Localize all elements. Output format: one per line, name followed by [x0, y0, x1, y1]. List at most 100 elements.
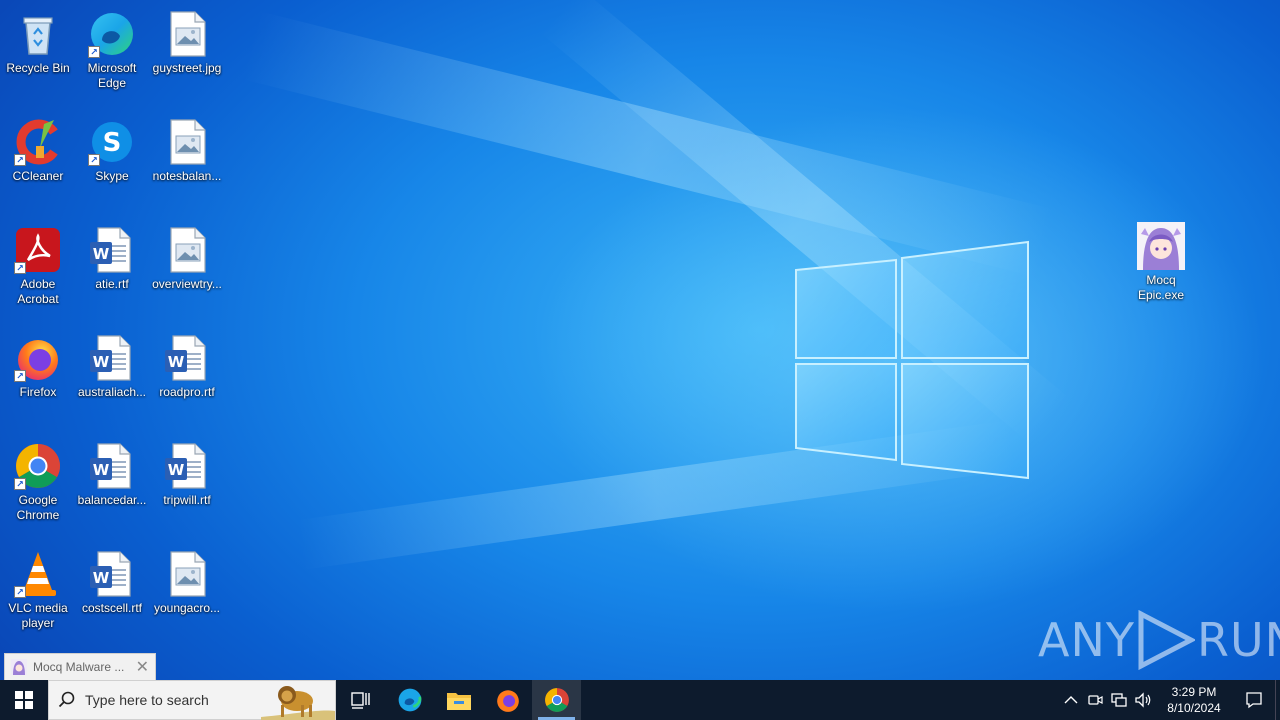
taskbar-preview-popup[interactable]: Mocq Malware ... ✕ [4, 653, 156, 681]
shortcut-arrow-icon: ↗ [14, 478, 26, 490]
windows-start-icon [15, 691, 33, 709]
meet-now-icon[interactable] [1083, 692, 1107, 708]
desktop-icon-google-chrome[interactable]: ↗ Google Chrome [0, 436, 76, 540]
desktop-icon-ccleaner[interactable]: ↗ CCleaner [0, 112, 76, 216]
close-icon[interactable]: ✕ [136, 657, 149, 677]
desktop-icon-label: VLC media player [8, 601, 68, 630]
taskbar-clock[interactable]: 3:29 PM 8/10/2024 [1159, 684, 1229, 716]
desktop-icon-vlc[interactable]: ↗ VLC media player [0, 544, 76, 648]
watermark-text-right: RUN [1196, 613, 1280, 667]
word-doc-icon: W [90, 335, 131, 381]
desktop-icon-label: tripwill.rtf [163, 493, 211, 507]
desktop-icon-adobe-acrobat[interactable]: ↗ Adobe Acrobat [0, 220, 76, 324]
taskbar: Type here to search 3:29 PM 8/10/2024 [0, 680, 1280, 720]
search-highlight-art [261, 686, 335, 720]
desktop-icon-label: notesbalan... [152, 169, 222, 183]
clock-time: 3:29 PM [1171, 685, 1217, 699]
desktop-icon-label: Microsoft Edge [87, 61, 137, 90]
clock-date: 8/10/2024 [1167, 701, 1221, 715]
desktop-icon-label: guystreet.jpg [152, 61, 222, 75]
app-thumbnail-icon [11, 659, 27, 675]
desktop-icon-balancedar[interactable]: W balancedar... [74, 436, 150, 540]
shortcut-arrow-icon: ↗ [88, 154, 100, 166]
word-doc-icon: W [90, 551, 131, 597]
taskbar-edge-button[interactable] [385, 680, 434, 720]
desktop-icon-mocq-epic-exe[interactable]: Mocq Epic.exe [1123, 216, 1199, 320]
desktop-icon-label: Google Chrome [16, 493, 60, 522]
image-file-icon [170, 11, 206, 57]
anyrun-watermark: ANY RUN [1038, 608, 1280, 672]
edge-icon [398, 688, 421, 712]
desktop-icon-label: Recycle Bin [6, 61, 70, 75]
task-view-icon [350, 692, 370, 709]
desktop-icon-label: Mocq Epic.exe [1137, 273, 1185, 302]
desktop-icon-microsoft-edge[interactable]: ↗ Microsoft Edge [74, 4, 150, 108]
desktop-icon-notesbalan[interactable]: notesbalan... [149, 112, 225, 216]
recycle-bin-icon [23, 17, 53, 55]
chrome-icon [544, 688, 569, 712]
image-file-icon [170, 119, 206, 165]
desktop-icon-roadpro-rtf[interactable]: W roadpro.rtf [149, 328, 225, 432]
desktop-icon-label: Adobe Acrobat [17, 277, 59, 306]
desktop-icon-overviewtry[interactable]: overviewtry... [149, 220, 225, 324]
desktop-icon-label: costscell.rtf [81, 601, 142, 615]
desktop-icon-guystreet-jpg[interactable]: guystreet.jpg [149, 4, 225, 108]
desktop-icon-firefox[interactable]: ↗ Firefox [0, 328, 76, 432]
desktop-icon-label: overviewtry... [152, 277, 222, 291]
svg-text:W: W [93, 461, 110, 479]
play-triangle-icon [1138, 610, 1195, 670]
desktop-icon-skype[interactable]: S ↗ Skype [74, 112, 150, 216]
svg-text:W: W [93, 569, 110, 587]
desktop-icon-label: youngacro... [153, 601, 221, 615]
start-button[interactable] [0, 680, 48, 720]
shortcut-arrow-icon: ↗ [14, 262, 26, 274]
desktop-icon-label: balancedar... [77, 493, 147, 507]
search-icon [49, 691, 85, 709]
shortcut-arrow-icon: ↗ [14, 154, 26, 166]
desktop-icon-youngacro[interactable]: youngacro... [149, 544, 225, 648]
word-doc-icon: W [90, 443, 131, 489]
desktop-icon-label: Skype [95, 169, 129, 183]
shortcut-arrow-icon: ↗ [88, 46, 100, 58]
desktop[interactable]: Recycle Bin ↗ CCleaner ↗ Adobe Acrobat ↗… [0, 0, 1280, 680]
volume-icon[interactable] [1131, 692, 1155, 708]
taskbar-file-explorer-button[interactable] [434, 680, 483, 720]
folder-icon [446, 693, 471, 710]
taskbar-search-box[interactable]: Type here to search [48, 680, 336, 720]
search-placeholder: Type here to search [85, 692, 209, 708]
system-tray: 3:29 PM 8/10/2024 [1059, 680, 1280, 720]
svg-text:S: S [103, 128, 122, 158]
word-doc-icon: W [90, 227, 131, 273]
shortcut-arrow-icon: ↗ [14, 586, 26, 598]
svg-text:W: W [168, 353, 185, 371]
image-file-icon [170, 551, 206, 597]
firefox-icon [496, 690, 519, 712]
anime-character-icon [1137, 222, 1185, 270]
taskbar-chrome-button[interactable] [532, 680, 581, 720]
desktop-icon-australiach[interactable]: W australiach... [74, 328, 150, 432]
desktop-icon-tripwill-rtf[interactable]: W tripwill.rtf [149, 436, 225, 540]
show-desktop-button[interactable] [1275, 680, 1280, 720]
desktop-icon-costscell-rtf[interactable]: W costscell.rtf [74, 544, 150, 648]
notification-center-icon[interactable] [1233, 691, 1275, 709]
desktop-icon-label: CCleaner [12, 169, 64, 183]
desktop-icon-label: atie.rtf [95, 277, 129, 291]
svg-text:W: W [168, 461, 185, 479]
desktop-icon-label: Firefox [19, 385, 57, 399]
word-doc-icon: W [165, 335, 206, 381]
shortcut-arrow-icon: ↗ [14, 370, 26, 382]
desktop-icon-recycle-bin[interactable]: Recycle Bin [0, 4, 76, 108]
desktop-icon-label: roadpro.rtf [159, 385, 215, 399]
chevron-up-icon[interactable] [1059, 695, 1083, 705]
svg-text:W: W [93, 353, 110, 371]
task-view-button[interactable] [336, 680, 385, 720]
word-doc-icon: W [165, 443, 206, 489]
desktop-icon-label: australiach... [77, 385, 147, 399]
svg-text:W: W [93, 245, 110, 263]
desktop-icon-atie-rtf[interactable]: W atie.rtf [74, 220, 150, 324]
network-icon[interactable] [1107, 692, 1131, 708]
popup-title: Mocq Malware ... [33, 660, 125, 674]
taskbar-firefox-button[interactable] [483, 680, 532, 720]
watermark-text-left: ANY [1038, 613, 1135, 667]
windows-logo-wallpaper [795, 240, 1029, 480]
